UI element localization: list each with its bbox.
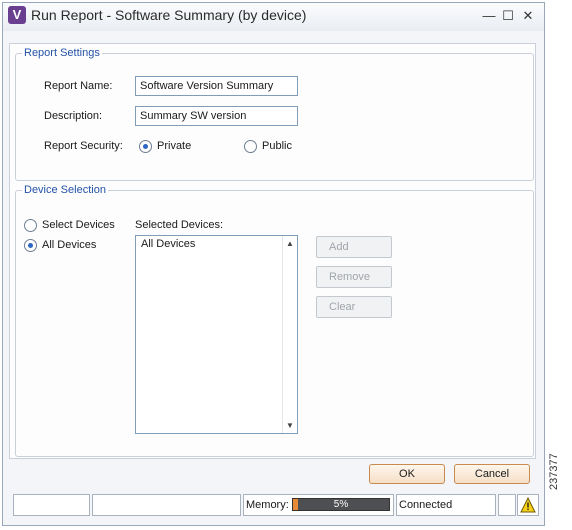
all-devices-label: All Devices xyxy=(42,239,97,251)
warning-icon[interactable] xyxy=(520,497,536,513)
ok-button[interactable]: OK xyxy=(369,464,445,484)
maximize-button[interactable]: ☐ xyxy=(500,8,516,24)
report-security-label: Report Security: xyxy=(44,140,123,152)
list-scrollbar[interactable] xyxy=(282,236,297,433)
memory-label: Memory: xyxy=(246,499,289,511)
public-radio-label: Public xyxy=(262,140,292,152)
public-radio[interactable] xyxy=(244,140,257,153)
remove-button[interactable]: Remove xyxy=(316,266,392,288)
scroll-up-arrow-icon[interactable]: ▲ xyxy=(286,239,294,248)
report-name-label: Report Name: xyxy=(44,80,113,92)
minimize-button[interactable]: — xyxy=(481,8,497,24)
connection-status: Connected xyxy=(399,499,453,511)
status-cell-empty xyxy=(498,494,516,516)
select-devices-label: Select Devices xyxy=(42,219,115,231)
cancel-button[interactable]: Cancel xyxy=(454,464,530,484)
description-input[interactable]: Summary SW version xyxy=(135,106,298,126)
status-cell-2 xyxy=(92,494,241,516)
select-devices-radio[interactable] xyxy=(24,219,37,232)
description-label: Description: xyxy=(44,110,103,122)
status-cell-1 xyxy=(13,494,90,516)
app-icon: V xyxy=(8,6,26,24)
all-devices-radio[interactable] xyxy=(24,239,37,252)
add-button[interactable]: Add xyxy=(316,236,392,258)
selected-devices-list[interactable] xyxy=(135,235,298,434)
scroll-down-arrow-icon[interactable]: ▼ xyxy=(286,421,294,430)
clear-button[interactable]: Clear xyxy=(316,296,392,318)
report-name-input[interactable]: Software Version Summary xyxy=(135,76,298,96)
selected-devices-label: Selected Devices: xyxy=(135,219,224,231)
window-title: Run Report - Software Summary (by device… xyxy=(31,7,307,23)
list-item[interactable]: All Devices xyxy=(141,238,195,250)
report-settings-legend: Report Settings xyxy=(22,47,102,59)
close-button[interactable]: ✕ xyxy=(520,8,536,24)
private-radio[interactable] xyxy=(139,140,152,153)
private-radio-label: Private xyxy=(157,140,192,152)
memory-percent: 5% xyxy=(333,499,349,510)
figure-id: 237377 xyxy=(548,453,560,490)
device-selection-legend: Device Selection xyxy=(22,184,108,196)
